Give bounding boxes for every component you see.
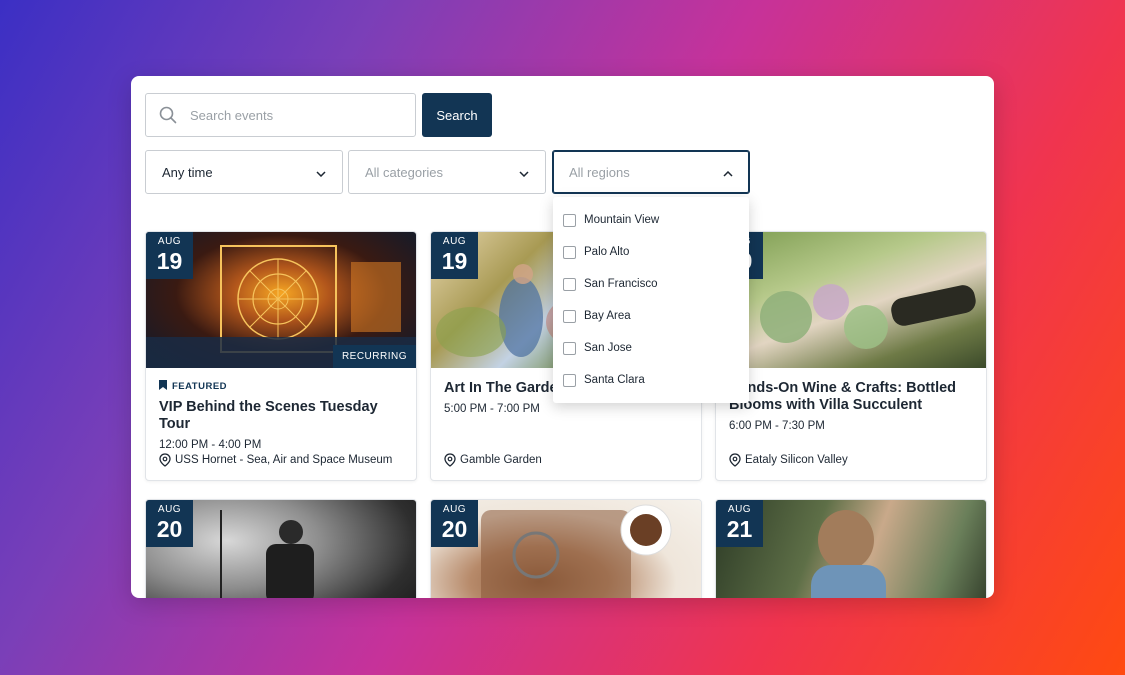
- category-select[interactable]: All categories: [348, 150, 546, 194]
- region-option[interactable]: Mountain View: [553, 204, 749, 236]
- region-select-placeholder: All regions: [569, 164, 630, 180]
- time-select-value: Any time: [162, 164, 213, 180]
- date-badge: AUG 19: [146, 232, 193, 279]
- events-panel: Search Any time All categories All regio…: [131, 76, 994, 598]
- region-option[interactable]: San Jose: [553, 332, 749, 364]
- event-card[interactable]: AUG 19 Hands-On Wine & Crafts: Bottled B…: [715, 231, 987, 481]
- event-location: Gamble Garden: [444, 453, 542, 467]
- event-image: AUG 20: [146, 500, 416, 598]
- search-field[interactable]: [145, 93, 416, 137]
- time-select[interactable]: Any time: [145, 150, 343, 194]
- region-option[interactable]: Palo Alto: [553, 236, 749, 268]
- checkbox[interactable]: [563, 341, 576, 355]
- checkbox[interactable]: [563, 277, 576, 291]
- checkbox[interactable]: [563, 245, 576, 259]
- search-icon: [146, 93, 190, 137]
- event-time: 5:00 PM - 7:00 PM: [444, 403, 540, 415]
- region-option[interactable]: San Francisco: [553, 268, 749, 300]
- checkbox[interactable]: [563, 309, 576, 323]
- chevron-up-icon: [723, 165, 733, 180]
- event-title[interactable]: Hands-On Wine & Crafts: Bottled Blooms w…: [729, 380, 973, 414]
- category-select-placeholder: All categories: [365, 164, 444, 180]
- event-card[interactable]: AUG 19 RECURRING FEATURED VIP Behind the…: [145, 231, 417, 481]
- location-pin-icon: [444, 453, 456, 467]
- chevron-down-icon: [519, 165, 529, 180]
- search-input[interactable]: [190, 95, 415, 135]
- region-option[interactable]: Bay Area: [553, 300, 749, 332]
- region-option[interactable]: Santa Clara: [553, 364, 749, 396]
- event-location: USS Hornet - Sea, Air and Space Museum: [159, 453, 392, 467]
- region-dropdown: Mountain View Palo Alto San Francisco Ba…: [553, 197, 749, 403]
- event-title[interactable]: VIP Behind the Scenes Tuesday Tour: [159, 399, 403, 433]
- location-pin-icon: [729, 453, 741, 467]
- date-badge: AUG 21: [716, 500, 763, 547]
- bookmark-icon: [159, 380, 167, 393]
- chevron-down-icon: [316, 165, 326, 180]
- featured-label: FEATURED: [159, 380, 403, 393]
- event-card[interactable]: AUG 20: [430, 499, 702, 598]
- region-select[interactable]: All regions: [552, 150, 750, 194]
- recurring-tag: RECURRING: [332, 345, 416, 368]
- event-time: 6:00 PM - 7:30 PM: [729, 420, 825, 432]
- checkbox[interactable]: [563, 213, 576, 227]
- search-button[interactable]: Search: [422, 93, 492, 137]
- event-time: 12:00 PM - 4:00 PM: [159, 439, 262, 451]
- event-card[interactable]: AUG 20: [145, 499, 417, 598]
- location-pin-icon: [159, 453, 171, 467]
- event-image: AUG 20: [431, 500, 701, 598]
- event-image: AUG 19 RECURRING: [146, 232, 416, 368]
- event-location: Eataly Silicon Valley: [729, 453, 848, 467]
- event-card[interactable]: AUG 21: [715, 499, 987, 598]
- event-image: AUG 19: [716, 232, 986, 368]
- checkbox[interactable]: [563, 373, 576, 387]
- date-badge: AUG 20: [431, 500, 478, 547]
- date-badge: AUG 20: [146, 500, 193, 547]
- date-badge: AUG 19: [431, 232, 478, 279]
- event-image: AUG 21: [716, 500, 986, 598]
